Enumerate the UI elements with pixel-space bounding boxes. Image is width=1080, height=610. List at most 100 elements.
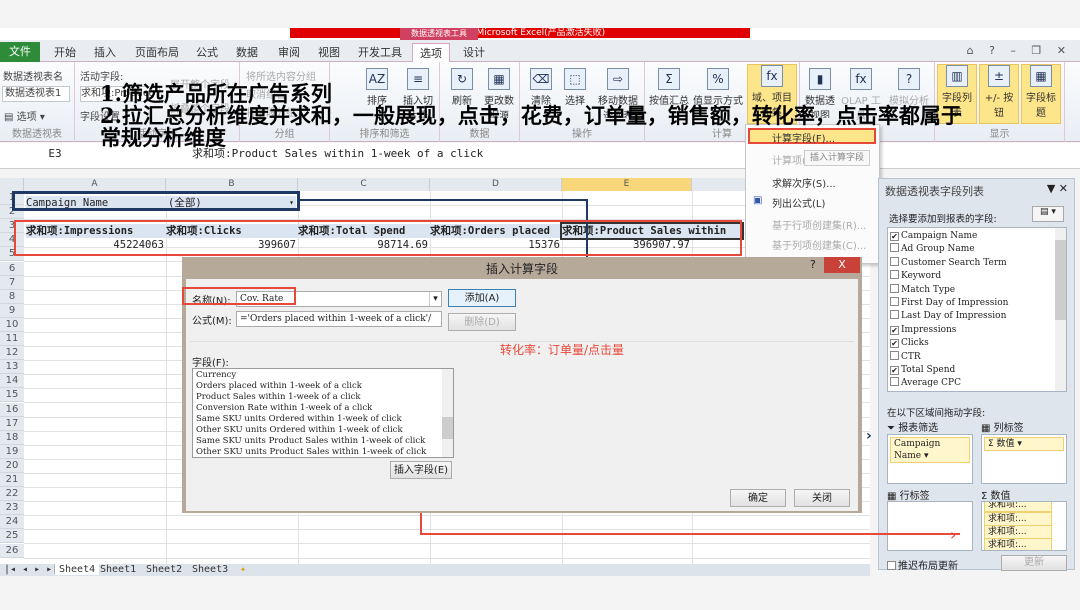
field-list-item[interactable]: Currency (196, 370, 450, 381)
tab-review[interactable]: 审阅 (272, 43, 306, 62)
name-box[interactable]: E3 (0, 145, 110, 163)
row-header[interactable]: 17 (0, 416, 24, 431)
report-filter-zone[interactable]: Campaign Name ▾ (887, 434, 973, 484)
field-headers-button[interactable]: ▦ 字段标题 (1021, 64, 1061, 124)
scrollbar[interactable] (442, 369, 453, 457)
tab-home[interactable]: 开始 (48, 43, 82, 62)
add-button[interactable]: 添加(A) (448, 289, 516, 307)
ok-button[interactable]: 确定 (730, 489, 786, 507)
column-labels-zone[interactable]: Σ 数值 ▾ (981, 434, 1067, 484)
row-header[interactable]: 16 (0, 402, 24, 417)
row-header[interactable]: 21 (0, 473, 24, 487)
tab-page-layout[interactable]: 页面布局 (132, 43, 182, 62)
delete-button[interactable]: 删除(D) (448, 313, 516, 331)
checkbox-checked[interactable]: ✔ (890, 325, 899, 335)
values-zone[interactable]: 求和项:... 求和项:... 求和项:... 求和项:... (981, 501, 1067, 551)
tab-insert[interactable]: 插入 (88, 43, 122, 62)
checkbox[interactable] (890, 310, 899, 320)
column-header-c[interactable]: C (298, 178, 430, 191)
row-header[interactable]: 18 (0, 430, 24, 445)
checkbox[interactable] (890, 377, 899, 387)
sheet-tab[interactable]: Sheet1 (100, 564, 136, 575)
select-all-corner[interactable] (0, 178, 24, 191)
tab-formulas[interactable]: 公式 (190, 43, 224, 62)
tab-design[interactable]: 设计 (455, 43, 493, 62)
formula-input[interactable]: ='Orders placed within 1-week of a click… (236, 311, 442, 327)
new-sheet-icon[interactable]: ✦ (240, 564, 246, 575)
field-checkbox-item[interactable]: ✔ Total Spend (890, 364, 955, 377)
row-header[interactable]: 25 (0, 529, 24, 544)
filter-chip[interactable]: Campaign Name ▾ (890, 437, 970, 463)
field-checkbox-item[interactable]: Keyword (890, 270, 941, 283)
row-labels-zone[interactable] (887, 501, 973, 551)
value-chip[interactable]: 求和项:... (984, 525, 1052, 539)
options-button[interactable]: ▤ 选项 ▾ (4, 108, 45, 123)
row-header[interactable]: 12 (0, 346, 24, 361)
row-header[interactable]: 7 (0, 275, 24, 290)
row-header[interactable]: 6 (0, 261, 24, 276)
checkbox[interactable] (890, 243, 899, 253)
row-header[interactable]: 11 (0, 332, 24, 346)
column-header-b[interactable]: B (166, 178, 298, 191)
field-list-item[interactable]: Other SKU units Product Sales within 1-w… (196, 447, 450, 457)
sheet-tab[interactable]: Sheet4 (55, 564, 100, 575)
scrollbar[interactable] (1055, 228, 1066, 391)
layout-options-icon[interactable]: ▤ ▾ (1032, 206, 1064, 222)
pivot-name-input[interactable]: 数据透视表1 (2, 86, 70, 102)
field-checkbox-item[interactable]: First Day of Impression (890, 297, 1008, 310)
plus-minus-buttons-button[interactable]: ± +/- 按钮 (979, 64, 1019, 124)
field-list-item[interactable]: Conversion Rate within 1-week of a click (196, 403, 450, 414)
row-header[interactable]: 13 (0, 360, 24, 375)
update-button[interactable]: 更新 (1001, 555, 1067, 571)
defer-update-checkbox[interactable]: 推迟布局更新 (887, 557, 958, 572)
sheet-nav-icon[interactable]: |◂ ◂ ▸ ▸| (4, 564, 58, 575)
row-header[interactable]: 9 (0, 303, 24, 318)
row-header[interactable]: 22 (0, 487, 24, 502)
window-controls[interactable]: ⌂ ? – ❐ ✕ (967, 44, 1072, 57)
tab-options[interactable]: 选项 (412, 43, 450, 62)
row-header[interactable]: 20 (0, 458, 24, 473)
row-header[interactable]: 10 (0, 317, 24, 332)
sheet-tab[interactable]: Sheet2 (146, 564, 182, 575)
checkbox[interactable] (890, 256, 899, 266)
row-header[interactable]: 15 (0, 388, 24, 403)
field-checklist[interactable]: ✔ Campaign Name Ad Group Name Customer Sear… (887, 227, 1067, 392)
value-chip[interactable]: 求和项:... (984, 538, 1052, 550)
field-checkbox-item[interactable]: ✔ Clicks (890, 337, 929, 350)
field-checkbox-item[interactable]: ✔ Campaign Name (890, 230, 977, 243)
checkbox-checked[interactable]: ✔ (890, 366, 899, 375)
insert-field-button[interactable]: 插入字段(E) (390, 461, 452, 479)
checkbox[interactable] (890, 350, 899, 360)
value-chip[interactable]: 求和项:... (984, 502, 1052, 512)
row-header[interactable]: 26 (0, 543, 24, 558)
checkbox[interactable] (890, 297, 899, 306)
checkbox[interactable] (890, 283, 899, 293)
field-checkbox-item[interactable]: Customer Search Term (890, 256, 1007, 270)
tab-view[interactable]: 视图 (312, 43, 346, 62)
field-checkbox-item[interactable]: CTR (890, 350, 921, 364)
row-header[interactable]: 8 (0, 289, 24, 304)
row-header[interactable]: 19 (0, 444, 24, 459)
panel-close-icon[interactable]: ▼ ✕ (1047, 182, 1068, 195)
field-list-item[interactable]: Product Sales within 1-week of a click (196, 392, 450, 403)
close-button[interactable]: 关闭 (794, 489, 850, 507)
checkbox-checked[interactable]: ✔ (890, 339, 899, 349)
row-header[interactable]: 14 (0, 374, 24, 389)
field-checkbox-item[interactable]: Match Type (890, 283, 955, 297)
checkbox-checked[interactable]: ✔ (890, 232, 899, 241)
value-chip[interactable]: 求和项:... (984, 512, 1052, 526)
fields-listbox[interactable]: Currency Orders placed within 1-week of a… (192, 368, 454, 458)
column-header-a[interactable]: A (24, 178, 166, 191)
field-checkbox-item[interactable]: Last Day of Impression (890, 310, 1006, 323)
menu-item-column-set[interactable]: 基于列项创建集(C)... (772, 237, 866, 252)
menu-item-row-set[interactable]: 基于行项创建集(R)... (772, 217, 866, 232)
column-header-e[interactable]: E (562, 178, 692, 191)
row-header[interactable]: 23 (0, 501, 24, 516)
checkbox[interactable] (887, 561, 896, 570)
field-checkbox-item[interactable]: ✔ Impressions (890, 324, 956, 337)
row-header[interactable]: 24 (0, 515, 24, 530)
field-list-item[interactable]: Orders placed within 1-week of a click (196, 381, 450, 392)
column-header-d[interactable]: D (430, 178, 562, 191)
field-list-item[interactable]: Same SKU units Ordered within 1-week of … (196, 414, 450, 425)
sheet-tab[interactable]: Sheet3 (192, 564, 228, 575)
